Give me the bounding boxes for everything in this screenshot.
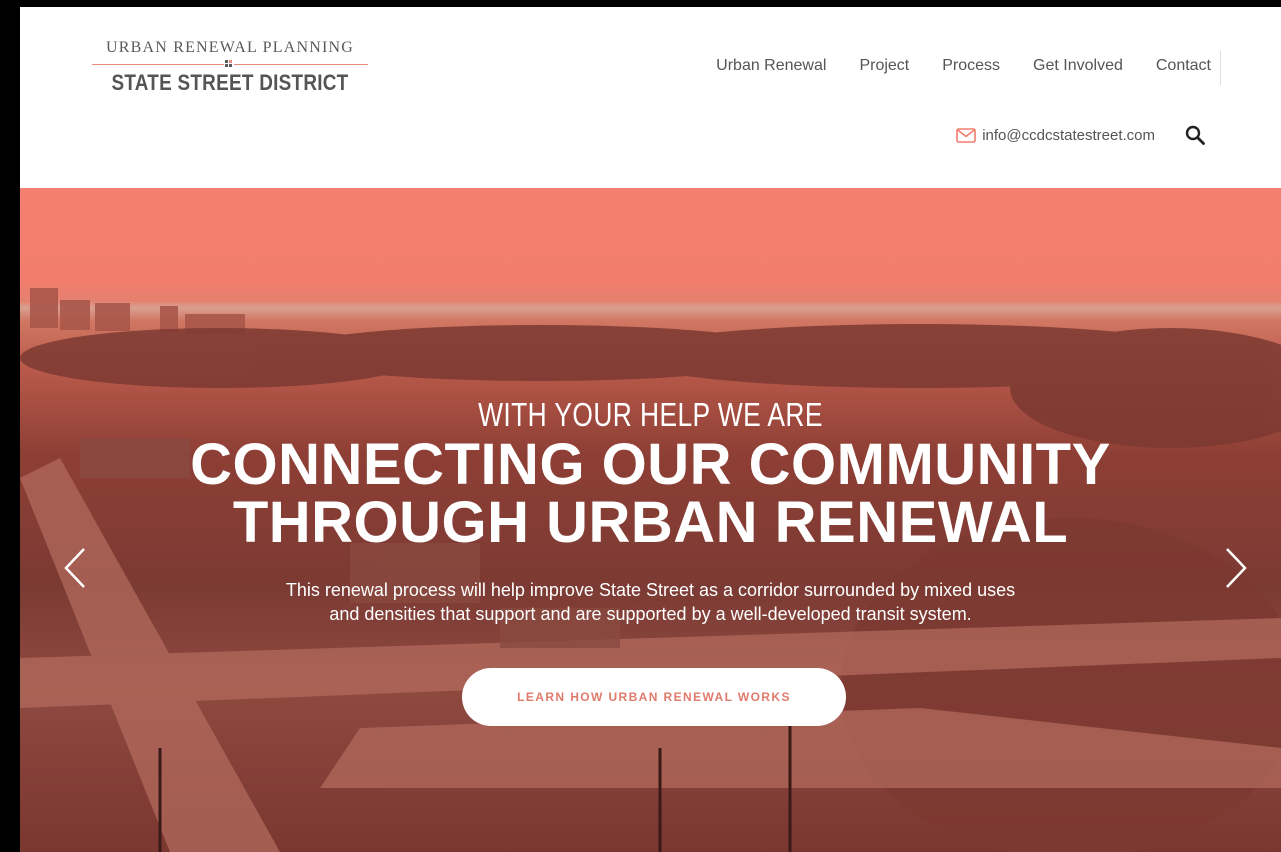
nav-item-process[interactable]: Process bbox=[942, 57, 1000, 75]
hero-banner: WITH YOUR HELP WE ARE CONNECTING OUR COM… bbox=[20, 188, 1281, 852]
hero-description-line-1: This renewal process will help improve S… bbox=[285, 580, 1016, 600]
logo-top-line: URBAN RENEWAL PLANNING bbox=[105, 39, 355, 56]
chevron-right-icon[interactable] bbox=[1221, 546, 1251, 590]
nav-item-urban-renewal[interactable]: Urban Renewal bbox=[716, 57, 826, 75]
site-header: URBAN RENEWAL PLANNING STATE STREET DIST… bbox=[20, 7, 1281, 187]
nav-item-project[interactable]: Project bbox=[859, 57, 909, 75]
hero-title: CONNECTING OUR COMMUNITY THROUGH URBAN R… bbox=[20, 436, 1281, 552]
search-icon[interactable] bbox=[1185, 125, 1205, 145]
email-link[interactable]: info@ccdcstatestreet.com bbox=[956, 127, 1155, 144]
logo-mark-icon bbox=[224, 60, 234, 68]
logo-divider bbox=[92, 59, 368, 69]
nav-item-contact[interactable]: Contact bbox=[1156, 57, 1211, 75]
hero-kicker: WITH YOUR HELP WE ARE bbox=[478, 396, 823, 433]
learn-more-button[interactable]: LEARN HOW URBAN RENEWAL WORKS bbox=[462, 668, 846, 726]
nav-item-get-involved[interactable]: Get Involved bbox=[1033, 57, 1123, 75]
main-nav: Urban Renewal Project Process Get Involv… bbox=[716, 57, 1211, 75]
email-address: info@ccdcstatestreet.com bbox=[982, 126, 1155, 144]
mail-icon bbox=[956, 127, 977, 143]
hero-description: This renewal process will help improve S… bbox=[220, 578, 1081, 626]
browser-frame: URBAN RENEWAL PLANNING STATE STREET DIST… bbox=[20, 7, 1281, 852]
nav-divider bbox=[1220, 51, 1221, 85]
site-logo[interactable]: URBAN RENEWAL PLANNING STATE STREET DIST… bbox=[92, 39, 368, 96]
logo-bottom-line: STATE STREET DISTRICT bbox=[111, 70, 349, 95]
chevron-left-icon[interactable] bbox=[60, 546, 90, 590]
hero-description-line-2: and densities that support and are suppo… bbox=[329, 604, 972, 624]
hero-title-line-1: CONNECTING OUR COMMUNITY bbox=[190, 432, 1111, 497]
hero-title-line-2: THROUGH URBAN RENEWAL bbox=[232, 490, 1069, 555]
contact-row: info@ccdcstatestreet.com bbox=[956, 125, 1205, 145]
